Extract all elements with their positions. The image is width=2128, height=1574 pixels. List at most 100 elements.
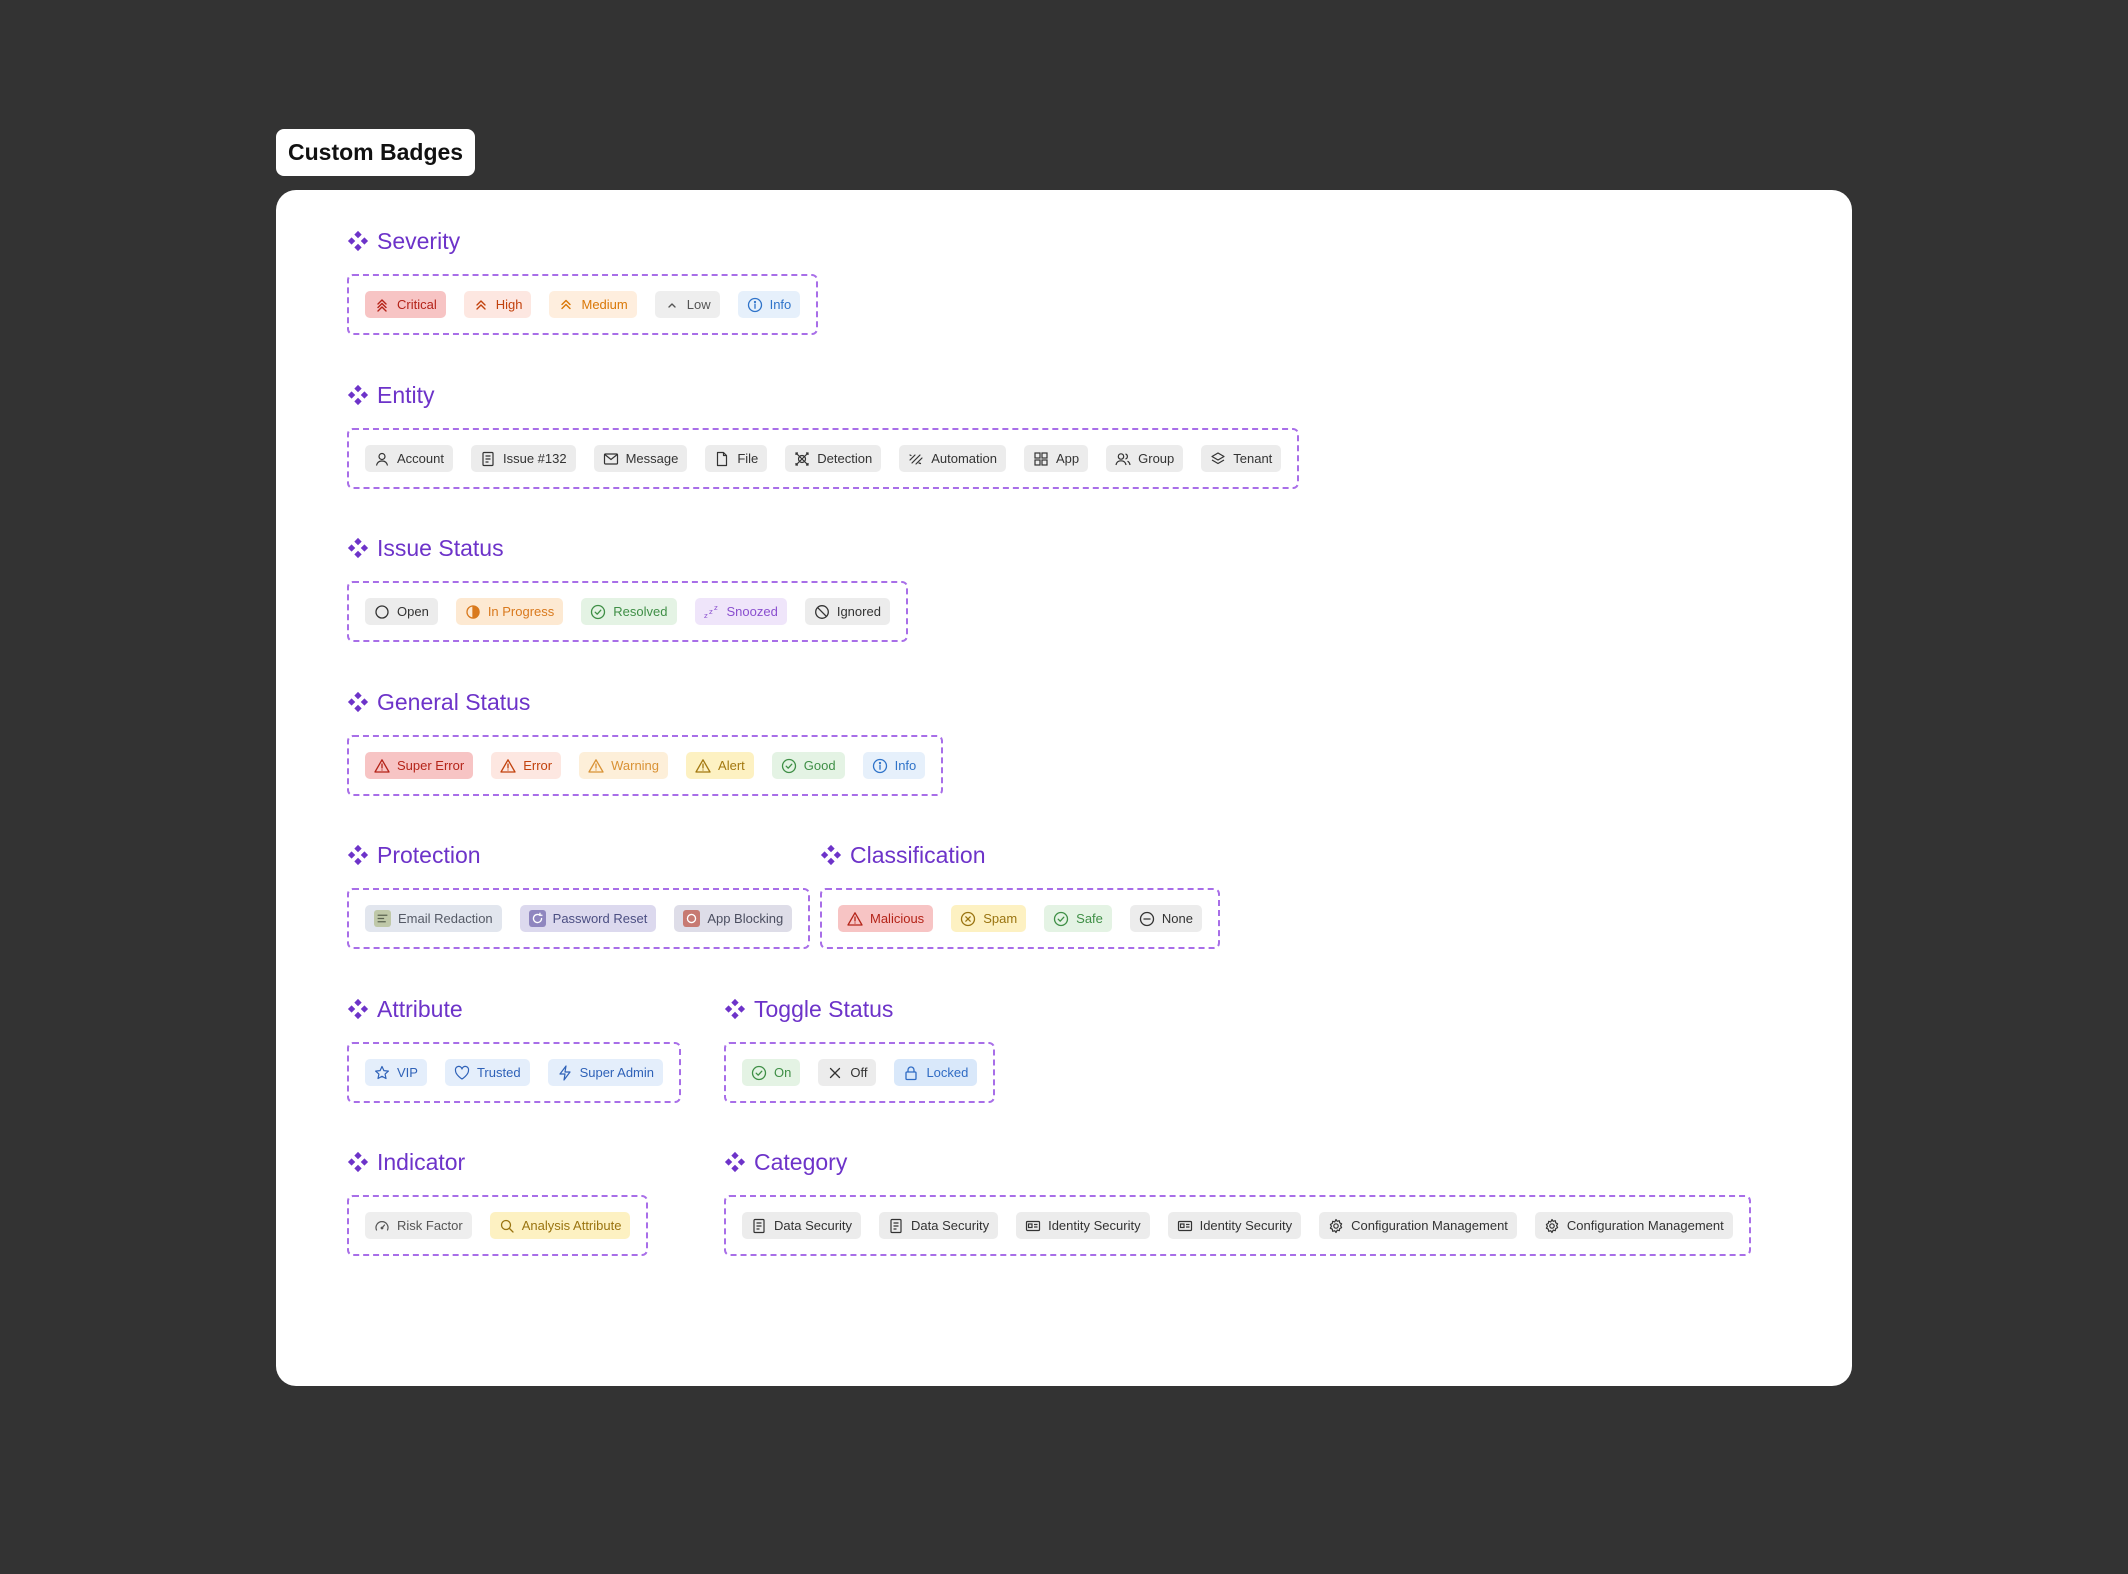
zzz-icon: zzz: [704, 604, 718, 620]
badge-none[interactable]: None: [1129, 905, 1202, 932]
badge-account[interactable]: Account: [365, 445, 453, 472]
badge-configuration-management[interactable]: Configuration Management: [1319, 1212, 1517, 1239]
badge-group-severity: Critical High Medium Low Info: [347, 274, 819, 335]
badge-vip[interactable]: VIP: [365, 1059, 427, 1086]
heart-icon: [454, 1065, 470, 1080]
badge-analysis-attribute[interactable]: Analysis Attribute: [489, 1212, 631, 1239]
badge-identity-security[interactable]: Identity Security: [1016, 1212, 1150, 1239]
document-icon: [753, 1218, 765, 1233]
badge-app[interactable]: App: [1023, 445, 1089, 472]
badge-app-blocking[interactable]: App Blocking: [674, 905, 793, 932]
badges-frame: Severity Critical High Medium Low Info E…: [276, 190, 1852, 1386]
section-severity: Severity Critical High Medium Low Info: [347, 226, 819, 335]
badge-data-security[interactable]: Data Security: [742, 1212, 862, 1239]
badge-alert[interactable]: Alert: [686, 752, 754, 779]
badge-group-issue-status: Open In Progress Resolved zzz Snoozed Ig…: [347, 581, 908, 642]
badge-group[interactable]: Group: [1106, 445, 1184, 472]
badge-medium[interactable]: Medium: [549, 291, 637, 318]
circle-icon: [375, 604, 389, 619]
badge-automation[interactable]: Automation: [899, 445, 1006, 472]
document-icon: [482, 451, 494, 466]
badge-resolved[interactable]: Resolved: [581, 598, 677, 625]
badge-open[interactable]: Open: [365, 598, 438, 625]
badge-info-status[interactable]: Info: [862, 752, 926, 779]
section-title-classification: Classification: [850, 841, 986, 868]
badge-group-indicator: Risk Factor Analysis Attribute: [347, 1195, 649, 1256]
badge-group-protection: Email Redaction Password Reset App Block…: [347, 888, 811, 949]
gauge-icon: [375, 1220, 389, 1231]
section-protection: Protection Email Redaction Password Rese…: [347, 840, 811, 949]
badge-identity-security[interactable]: Identity Security: [1167, 1212, 1302, 1239]
component-diamond-icon: [347, 537, 369, 559]
badge-snoozed[interactable]: zzz Snoozed: [694, 598, 787, 625]
document-icon: [890, 1218, 902, 1233]
bolt-icon: [558, 1064, 571, 1081]
badge-detection[interactable]: Detection: [785, 445, 882, 472]
badge-on[interactable]: On: [742, 1059, 801, 1086]
badge-locked[interactable]: Locked: [894, 1059, 978, 1086]
info-circle-icon: [872, 758, 887, 773]
badge-safe[interactable]: Safe: [1044, 905, 1112, 932]
badge-issue[interactable]: Issue #132: [470, 445, 576, 472]
badge-super-admin[interactable]: Super Admin: [547, 1059, 663, 1086]
section-title-entity: Entity: [377, 381, 435, 408]
chevron-up-icon: [668, 302, 676, 308]
section-indicator: Indicator Risk Factor Analysis Attribute: [347, 1147, 649, 1256]
badge-group-entity: Account Issue #132 Message File Detectio…: [347, 428, 1300, 489]
warning-triangle-icon: [374, 758, 390, 773]
badge-group-attribute: VIP Trusted Super Admin: [347, 1042, 681, 1103]
badge-message[interactable]: Message: [593, 445, 688, 472]
user-icon: [375, 452, 389, 466]
section-title-indicator: Indicator: [377, 1148, 466, 1175]
warning-triangle-icon: [847, 911, 863, 926]
badge-password-reset[interactable]: Password Reset: [519, 905, 657, 932]
badge-tenant[interactable]: Tenant: [1201, 445, 1282, 472]
email-redaction-icon: [374, 910, 391, 927]
badge-high[interactable]: High: [463, 291, 532, 318]
check-circle-icon: [781, 758, 796, 773]
badge-warning[interactable]: Warning: [579, 752, 669, 779]
check-circle-icon: [591, 604, 606, 619]
badge-ignored[interactable]: Ignored: [804, 598, 890, 625]
badge-risk-factor[interactable]: Risk Factor: [365, 1212, 472, 1239]
section-title-issue-status: Issue Status: [377, 534, 504, 561]
badge-file[interactable]: File: [705, 445, 768, 472]
svg-text:z: z: [709, 608, 713, 616]
badge-group-toggle-status: On Off Locked: [724, 1042, 996, 1103]
badge-good[interactable]: Good: [771, 752, 845, 779]
component-diamond-icon: [724, 998, 746, 1020]
half-circle-icon: [466, 604, 480, 619]
section-issue-status: Issue Status Open In Progress Resolved z…: [347, 533, 908, 642]
component-diamond-icon: [347, 998, 369, 1020]
badge-spam[interactable]: Spam: [951, 905, 1027, 932]
badge-trusted[interactable]: Trusted: [444, 1059, 530, 1086]
badge-email-redaction[interactable]: Email Redaction: [365, 905, 502, 932]
badge-error[interactable]: Error: [491, 752, 562, 779]
warning-triangle-icon: [500, 758, 516, 773]
section-title-protection: Protection: [377, 841, 481, 868]
badge-super-error[interactable]: Super Error: [365, 752, 474, 779]
mail-icon: [603, 452, 618, 465]
badge-off[interactable]: Off: [818, 1059, 877, 1086]
badge-low[interactable]: Low: [654, 291, 720, 318]
frame-title: Custom Badges: [276, 129, 476, 176]
badge-in-progress[interactable]: In Progress: [455, 598, 564, 625]
badge-configuration-management[interactable]: Configuration Management: [1534, 1212, 1733, 1239]
component-diamond-icon: [347, 1151, 369, 1173]
chevrons-double-up-icon: [561, 299, 572, 309]
component-diamond-icon: [347, 384, 369, 406]
automation-icon: [909, 453, 923, 465]
app-blocking-icon: [683, 910, 701, 927]
badge-data-security[interactable]: Data Security: [879, 1212, 999, 1239]
minus-circle-icon: [1139, 911, 1155, 926]
chevrons-triple-up-icon: [377, 298, 387, 312]
x-icon: [830, 1067, 841, 1078]
component-diamond-icon: [820, 844, 842, 866]
password-reset-icon: [528, 910, 546, 927]
badge-critical[interactable]: Critical: [365, 291, 446, 318]
badge-info[interactable]: Info: [737, 291, 801, 318]
search-icon: [500, 1219, 514, 1233]
section-title-category: Category: [754, 1148, 848, 1175]
badge-malicious[interactable]: Malicious: [838, 905, 934, 932]
section-title-toggle-status: Toggle Status: [754, 995, 894, 1022]
